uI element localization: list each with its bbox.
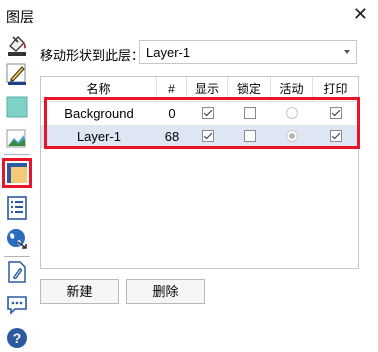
svg-text:?: ? [13, 330, 22, 346]
active-radio[interactable] [286, 107, 298, 119]
header-visible[interactable]: 显示 [187, 77, 228, 101]
chevron-down-icon [344, 50, 350, 54]
table-header: 名称 # 显示 锁定 活动 打印 [41, 77, 358, 102]
comment-icon[interactable] [5, 293, 29, 317]
layer-name: Background [64, 106, 134, 121]
header-name[interactable]: 名称 [41, 77, 157, 101]
header-print[interactable]: 打印 [313, 77, 358, 101]
print-checkbox[interactable] [330, 107, 342, 119]
window-title: 图层 [6, 9, 34, 25]
print-checkbox[interactable] [330, 130, 342, 142]
help-icon[interactable]: ? [5, 326, 29, 350]
visible-checkbox[interactable] [202, 107, 214, 119]
layers-table: 名称 # 显示 锁定 活动 打印 Background 0 Layer-1 68 [40, 76, 359, 269]
list-icon[interactable] [5, 196, 29, 220]
active-radio[interactable] [286, 130, 298, 142]
table-row[interactable]: Background 0 [41, 102, 358, 125]
fill-color-icon[interactable] [5, 95, 29, 119]
paint-bucket-icon[interactable] [5, 33, 29, 57]
title-bar: 图层 ✕ [0, 0, 378, 30]
header-count[interactable]: # [157, 77, 187, 101]
header-lock[interactable]: 锁定 [228, 77, 271, 101]
lock-checkbox[interactable] [244, 130, 256, 142]
lock-checkbox[interactable] [244, 107, 256, 119]
shape-edit-icon[interactable] [5, 126, 29, 150]
move-shape-label: 移动形状到此层： [40, 48, 145, 63]
layer-count: 0 [168, 106, 176, 121]
close-icon[interactable]: ✕ [353, 5, 368, 23]
header-active[interactable]: 活动 [271, 77, 313, 101]
attach-icon[interactable] [5, 260, 29, 284]
globe-icon[interactable] [5, 227, 29, 251]
left-toolbar: ? [0, 30, 34, 352]
move-shape-layer-select[interactable]: Layer-1 [139, 40, 357, 64]
layer-name: Layer-1 [76, 129, 122, 144]
new-layer-button[interactable]: 新建 [40, 279, 119, 304]
table-row[interactable]: Layer-1 68 [41, 125, 358, 148]
visible-checkbox[interactable] [202, 130, 214, 142]
pen-icon[interactable] [5, 62, 29, 86]
delete-layer-button[interactable]: 删除 [126, 279, 205, 304]
layer-count: 68 [164, 129, 180, 144]
layers-icon[interactable] [2, 158, 32, 188]
selected-layer-value: Layer-1 [146, 45, 191, 60]
